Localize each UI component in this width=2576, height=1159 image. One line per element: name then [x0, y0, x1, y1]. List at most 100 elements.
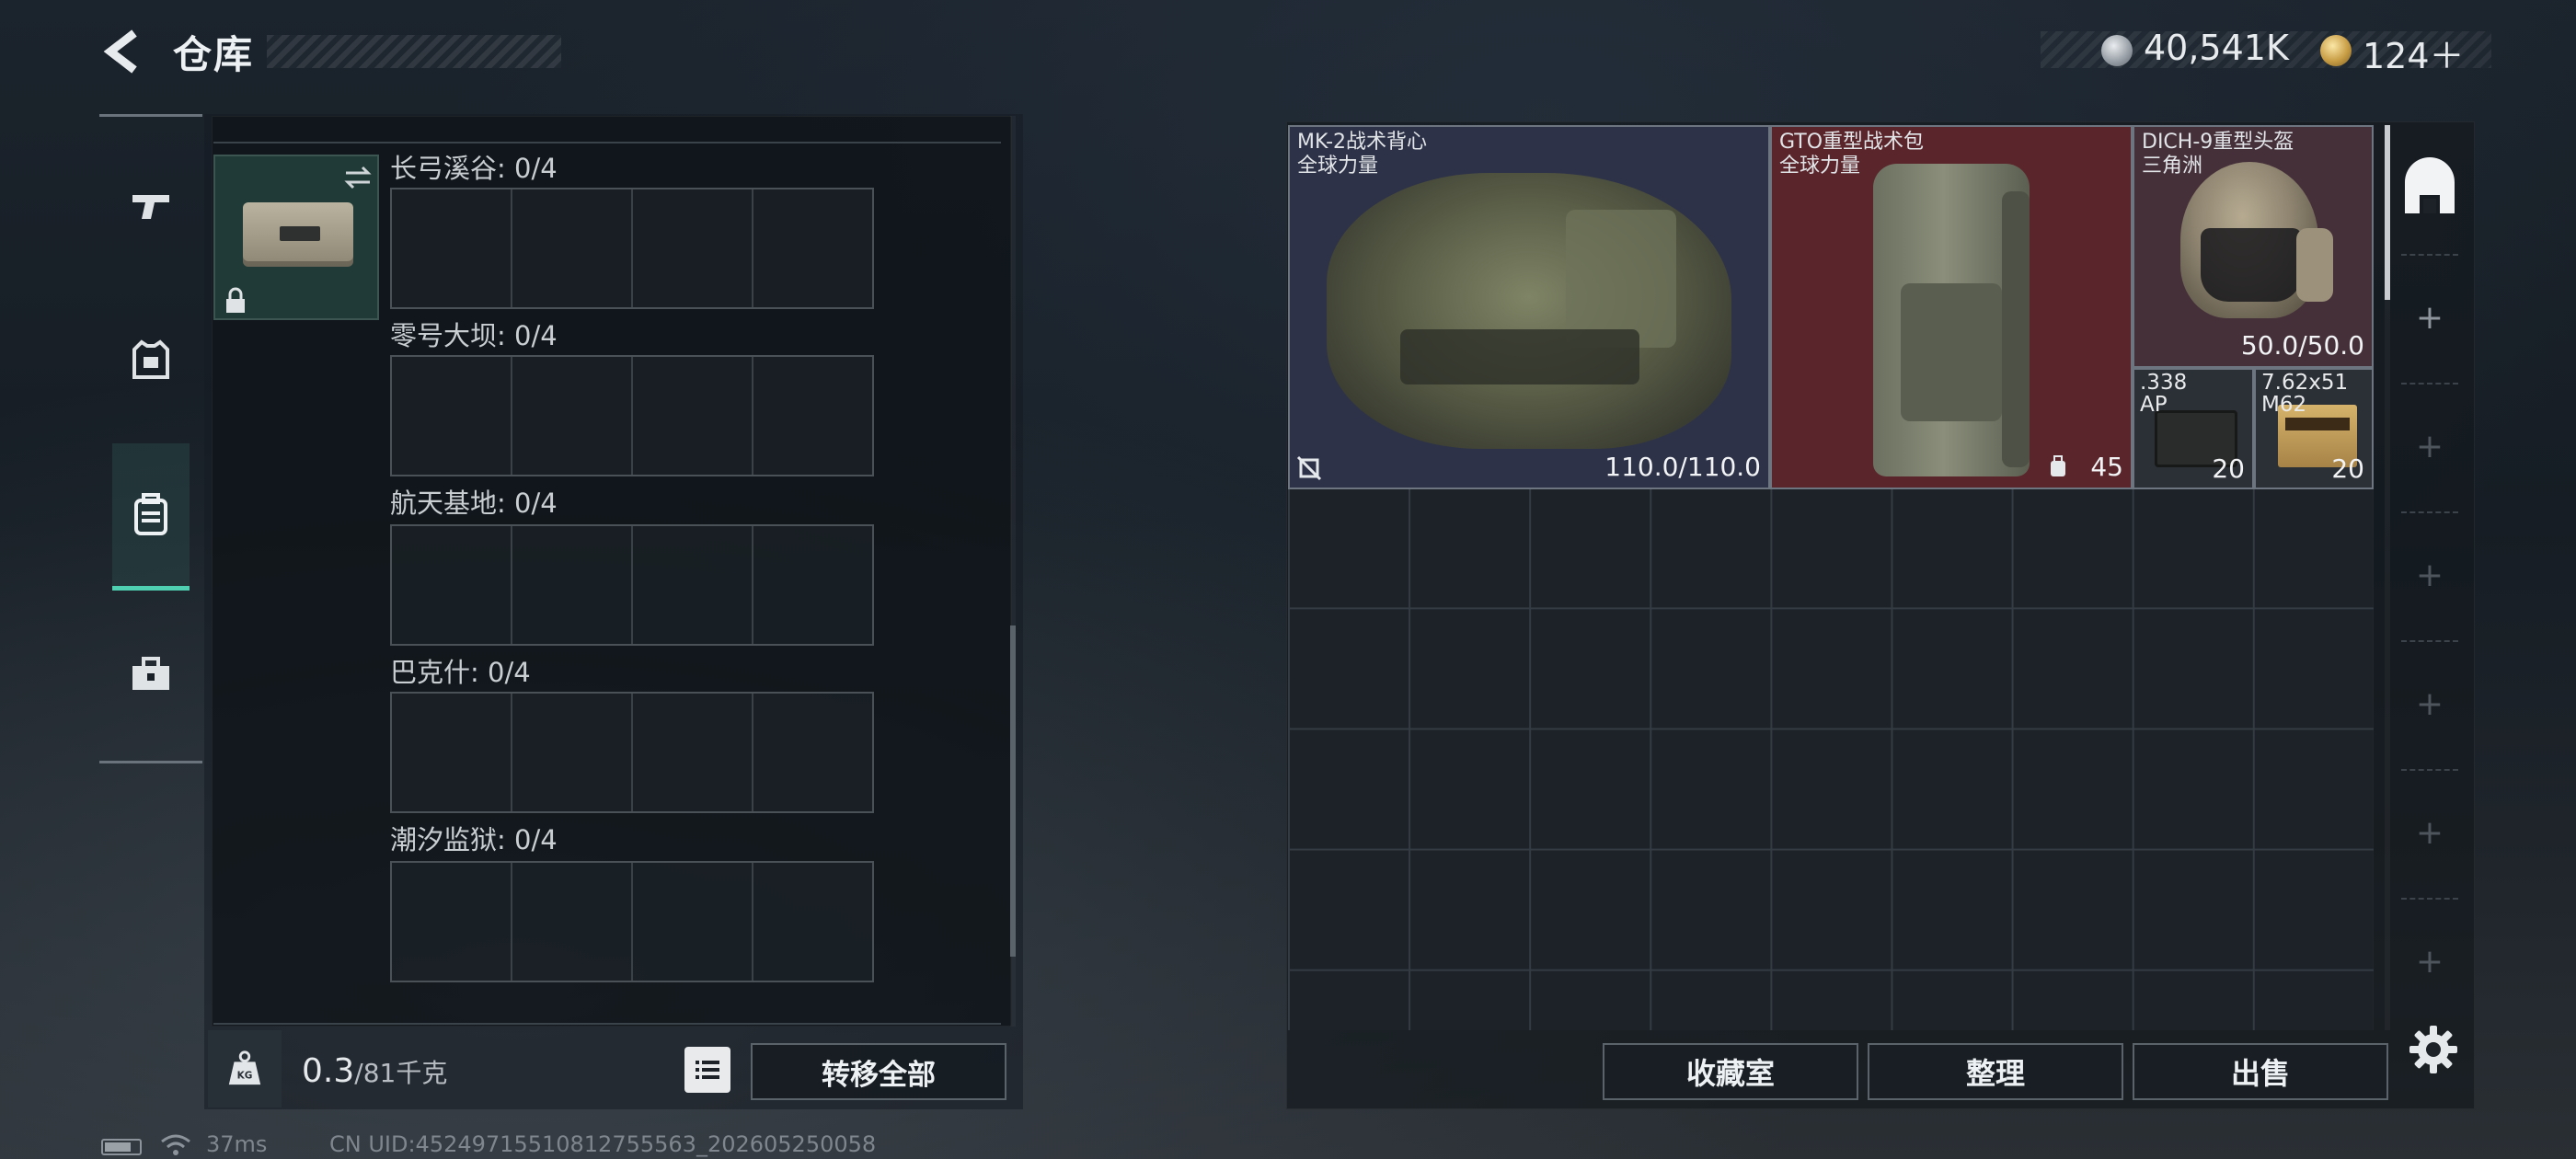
ammo-count: 20: [2331, 453, 2364, 484]
silver-coin-icon: [2101, 35, 2133, 66]
gear-icon[interactable]: [2407, 1023, 2460, 1076]
item-gto-heavy-backpack[interactable]: GTO重型战术包 全球力量 45: [1770, 125, 2133, 489]
no-insurance-icon: [1296, 455, 1322, 481]
tab-separator: [2401, 511, 2458, 513]
nav-item-weapons[interactable]: [112, 167, 190, 245]
add-tab-button[interactable]: +: [2396, 412, 2464, 480]
slot-cell[interactable]: [753, 526, 872, 644]
helmet-visor-image: [2201, 228, 2302, 302]
map-label-bakhsh: 巴克什: 0/4: [390, 657, 531, 688]
slot-cell[interactable]: [512, 863, 633, 981]
warehouse-tab-icon[interactable]: [2396, 155, 2464, 223]
add-tab-button[interactable]: +: [2396, 541, 2464, 609]
ammo-caliber: .338: [2140, 371, 2188, 395]
tab-separator: [2401, 254, 2458, 256]
back-arrow-icon[interactable]: [99, 28, 147, 75]
weight-icon-box: KG: [208, 1030, 282, 1107]
add-tab-button[interactable]: +: [2396, 927, 2464, 995]
slot-cell[interactable]: [753, 189, 872, 307]
slot-cell[interactable]: [633, 526, 753, 644]
nav-item-toolbox[interactable]: [112, 637, 190, 714]
left-scrollbar[interactable]: [1010, 116, 1016, 1027]
swap-icon[interactable]: [342, 164, 374, 191]
item-762x51-m62-ammo[interactable]: 7.62x51 M62 20: [2254, 368, 2374, 489]
slot-row-space-base: [390, 524, 874, 646]
backpack-pocket-image: [1901, 283, 2002, 421]
battery-icon: [101, 1139, 142, 1155]
carry-weight-capacity: /81千克: [354, 1058, 448, 1088]
item-mk2-tactical-vest[interactable]: MK-2战术背心 全球力量 110.0/110.0: [1288, 125, 1770, 489]
item-name-line1: GTO重型战术包: [1779, 131, 1925, 154]
list-icon: [696, 1061, 719, 1079]
carry-weight-value: 0.3: [302, 1052, 355, 1090]
tab-separator: [2401, 383, 2458, 384]
item-dich9-heavy-helmet[interactable]: DICH-9重型头盔 三角洲 50.0/50.0: [2133, 125, 2374, 368]
wifi-icon: [161, 1134, 190, 1155]
slot-cell[interactable]: [392, 694, 512, 811]
map-label-zero-dam: 零号大坝: 0/4: [390, 320, 558, 351]
slot-cell[interactable]: [512, 526, 633, 644]
gold-currency-amount[interactable]: 124＋: [2363, 28, 2465, 78]
silver-currency-amount: 40,541K: [2144, 28, 2289, 68]
organize-button[interactable]: 整理: [1868, 1043, 2123, 1100]
slot-cell[interactable]: [633, 189, 753, 307]
slot-row-bakhsh: [390, 692, 874, 813]
slot-cell[interactable]: [512, 189, 633, 307]
add-tab-button[interactable]: +: [2396, 670, 2464, 738]
item-338-ap-ammo[interactable]: .338 AP 20: [2133, 368, 2254, 489]
stash-scrollbar[interactable]: [2385, 125, 2390, 1030]
slot-cell[interactable]: [512, 357, 633, 475]
slot-cell[interactable]: [512, 694, 633, 811]
item-name-line2: 三角洲: [2142, 155, 2203, 178]
pistol-icon: [132, 195, 169, 219]
nav-item-backpack[interactable]: [112, 443, 190, 591]
slot-cell[interactable]: [633, 694, 753, 811]
item-name: GTO重型战术包 全球力量: [1779, 131, 1924, 178]
item-capacity: 45: [2090, 452, 2123, 482]
secure-case-item[interactable]: [213, 155, 379, 320]
left-scrollbar-thumb[interactable]: [1010, 625, 1016, 957]
backpack-strap-image: [2002, 191, 2030, 467]
item-name-line1: DICH-9重型头盔: [2142, 131, 2294, 154]
player-uid: CN UID:4524971551081275556‌3_20260525005…: [329, 1131, 877, 1157]
slot-cell[interactable]: [633, 863, 753, 981]
armor-icon: [132, 339, 169, 379]
slot-cell[interactable]: [753, 863, 872, 981]
item-name-line1: MK-2战术背心: [1297, 131, 1428, 154]
transfer-all-button[interactable]: 转移全部: [751, 1043, 1006, 1100]
backpack-icon: [134, 492, 167, 535]
ammo-name: 7.62x51 M62: [2261, 372, 2348, 416]
slot-cell[interactable]: [753, 357, 872, 475]
page-title: 仓库: [173, 32, 255, 77]
map-label-changgong: 长弓溪谷: 0/4: [390, 153, 558, 184]
slot-cell[interactable]: [633, 357, 753, 475]
slot-cell[interactable]: [392, 863, 512, 981]
carry-weight: 0.3/81千克: [302, 1052, 447, 1090]
item-name-line2: 全球力量: [1779, 155, 1861, 178]
gold-coin-icon[interactable]: [2320, 35, 2352, 66]
slot-cell[interactable]: [753, 694, 872, 811]
tab-separator: [2401, 640, 2458, 642]
lock-icon: [226, 287, 245, 313]
ammo-caliber: 7.62x51: [2261, 371, 2349, 395]
map-label-space-base: 航天基地: 0/4: [390, 488, 558, 519]
toolbox-icon: [132, 657, 169, 690]
item-name: MK-2战术背心 全球力量: [1297, 131, 1427, 178]
stash-scrollbar-thumb[interactable]: [2385, 125, 2390, 300]
add-tab-button[interactable]: +: [2396, 283, 2464, 351]
slot-cell[interactable]: [392, 357, 512, 475]
slot-cell[interactable]: [392, 189, 512, 307]
item-durability: 50.0/50.0: [2240, 330, 2364, 361]
sell-button[interactable]: 出售: [2133, 1043, 2388, 1100]
slot-cell[interactable]: [392, 526, 512, 644]
ammo-type: AP: [2140, 393, 2168, 417]
ammo-name: .338 AP: [2140, 372, 2187, 416]
nav-item-armor[interactable]: [112, 322, 190, 399]
vest-strap-image: [1400, 329, 1639, 384]
collection-room-button[interactable]: 收藏室: [1603, 1043, 1858, 1100]
list-view-button[interactable]: [684, 1047, 730, 1093]
ammo-count: 20: [2212, 453, 2245, 484]
add-tab-button[interactable]: +: [2396, 798, 2464, 866]
capacity-icon: [2051, 455, 2065, 476]
item-name: DICH-9重型头盔 三角洲: [2142, 131, 2294, 178]
